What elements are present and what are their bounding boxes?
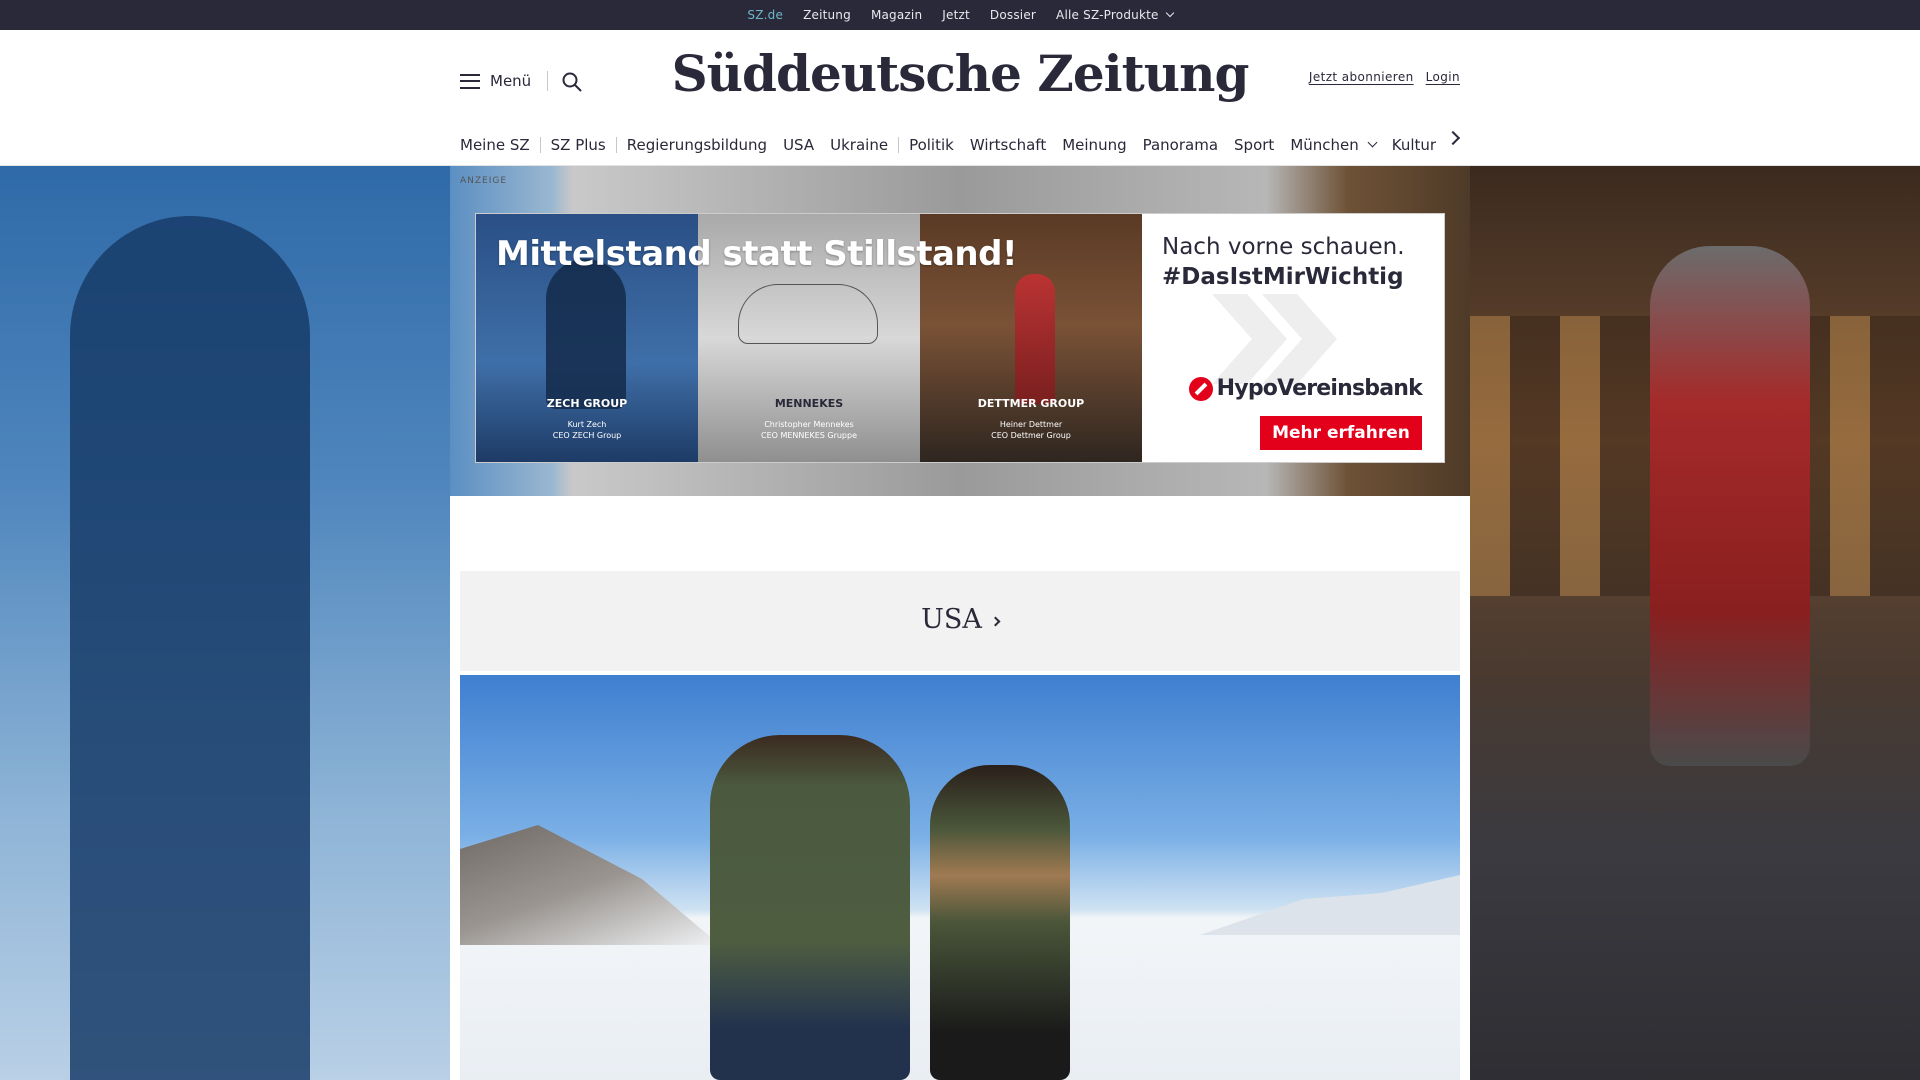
nav-item-panorama[interactable]: Panorama xyxy=(1143,136,1218,154)
ad-headline: Mittelstand statt Stillstand! xyxy=(496,234,1017,274)
topbar-link-magazin[interactable]: Magazin xyxy=(871,8,922,22)
topbar-link-dossier[interactable]: Dossier xyxy=(990,8,1036,22)
top-bar-links: SZ.de Zeitung Magazin Jetzt Dossier Alle… xyxy=(0,0,1920,33)
topbar-products-dropdown[interactable]: Alle SZ-Produkte xyxy=(1056,8,1174,22)
section-header: USA xyxy=(460,571,1460,671)
topbar-link-jetzt[interactable]: Jetzt xyxy=(942,8,970,22)
ad-panel-role: CEO MENNEKES Gruppe xyxy=(760,431,858,440)
section-title: USA xyxy=(921,604,982,635)
ad-panel-role: CEO ZECH Group xyxy=(552,431,622,440)
login-link[interactable]: Login xyxy=(1426,70,1460,84)
nav-item-sz-plus[interactable]: SZ Plus xyxy=(551,136,606,154)
wallpaper-ad-left[interactable] xyxy=(0,166,450,1080)
nav-item-muenchen[interactable]: München xyxy=(1290,136,1378,154)
ad-panel-company: MENNEKES xyxy=(774,397,844,410)
ad-brand-panel: Nach vorne schauen. #DasIstMirWichtig Hy… xyxy=(1142,214,1444,462)
ad-statue-image xyxy=(1015,274,1055,404)
nav-item-ukraine[interactable]: Ukraine xyxy=(830,136,888,154)
ad-panel-role: CEO Dettmer Group xyxy=(991,431,1071,440)
topbar-link-zeitung[interactable]: Zeitung xyxy=(803,8,851,22)
nav-item-meine-sz[interactable]: Meine SZ xyxy=(460,136,530,154)
ad-car-drawing xyxy=(738,284,878,344)
subscribe-link[interactable]: Jetzt abonnieren xyxy=(1309,70,1414,84)
hero-person-left xyxy=(710,735,910,1080)
ad-cta-button[interactable]: Mehr erfahren xyxy=(1260,416,1422,450)
hero-mountain xyxy=(460,825,720,945)
nav-item-usa[interactable]: USA xyxy=(783,136,814,154)
ad-label: ANZEIGE xyxy=(460,176,508,186)
ad-panel-company: DETTMER GROUP xyxy=(977,397,1085,410)
ad-silhouette-image xyxy=(546,259,626,409)
ad-panel-company: ZECH GROUP xyxy=(546,397,628,410)
ad-chevrons-graphic xyxy=(1212,294,1337,384)
section-title-link[interactable]: USA xyxy=(460,604,1460,635)
chevron-down-icon xyxy=(1165,8,1174,18)
nav-item-politik[interactable]: Politik xyxy=(909,136,954,154)
topbar-link-szde[interactable]: SZ.de xyxy=(747,8,783,33)
nav-item-meinung[interactable]: Meinung xyxy=(1062,136,1126,154)
wallpaper-statue xyxy=(1650,246,1810,766)
ad-panel-person: Kurt Zech xyxy=(567,420,607,429)
ad-tagline: Nach vorne schauen. xyxy=(1162,234,1405,260)
ad-panel-person: Christopher Mennekes xyxy=(764,420,854,429)
nav-separator xyxy=(898,137,900,153)
hero-mountain-far xyxy=(1200,875,1460,935)
topbar-products-label: Alle SZ-Produkte xyxy=(1056,8,1159,22)
account-links: Jetzt abonnieren Login xyxy=(1309,70,1460,84)
nav-separator xyxy=(539,137,541,153)
hvb-logo-icon xyxy=(1188,376,1213,401)
banner-ad[interactable]: Mittelstand statt Stillstand! ZECH GROUP… xyxy=(475,213,1445,463)
hero-image[interactable] xyxy=(460,675,1460,1080)
ad-panel-person: Heiner Dettmer xyxy=(999,420,1063,429)
nav-item-muenchen-label: München xyxy=(1290,136,1359,154)
chevron-down-icon xyxy=(1367,137,1378,148)
ad-hashtag: #DasIstMirWichtig xyxy=(1162,264,1404,290)
nav-separator xyxy=(615,137,617,153)
nav-item-wirtschaft[interactable]: Wirtschaft xyxy=(970,136,1046,154)
main-content: USA xyxy=(450,496,1470,1080)
wallpaper-ad-right[interactable] xyxy=(1470,166,1920,1080)
hvb-logo: HypoVereinsbank xyxy=(1188,376,1423,401)
hero-person-right xyxy=(930,765,1070,1080)
nav-item-regierungsbildung[interactable]: Regierungsbildung xyxy=(627,136,767,154)
wallpaper-silhouette xyxy=(70,216,310,1080)
nav-item-sport[interactable]: Sport xyxy=(1234,136,1274,154)
top-bar: SZ.de Zeitung Magazin Jetzt Dossier Alle… xyxy=(0,0,1920,33)
nav-item-kultur[interactable]: Kultur xyxy=(1392,136,1436,154)
chevron-right-icon xyxy=(990,616,1001,627)
hvb-brand-name: HypoVereinsbank xyxy=(1216,376,1423,401)
site-logo[interactable]: Süddeutsche Zeitung xyxy=(0,44,1920,103)
main-nav: Meine SZ SZ Plus Regierungsbildung USA U… xyxy=(460,130,1452,160)
site-header: Menü Süddeutsche Zeitung Jetzt abonniere… xyxy=(0,30,1920,166)
